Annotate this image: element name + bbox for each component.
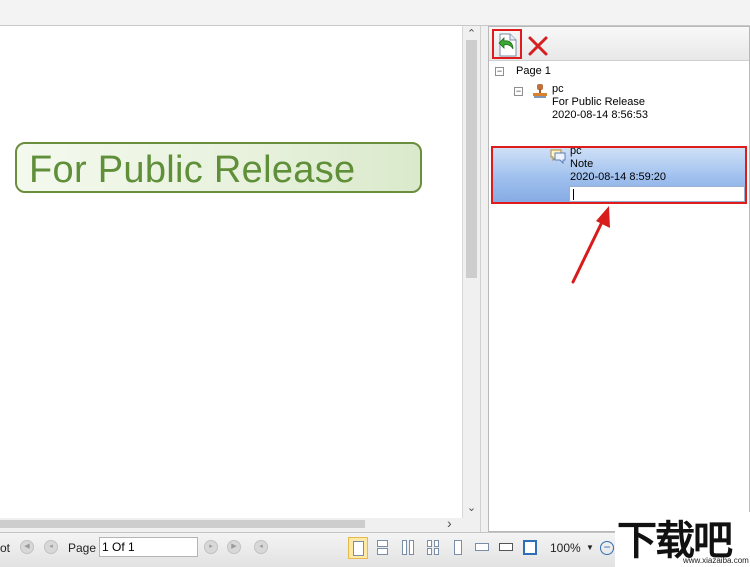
note-item-date: 2020-08-14 8:59:20 bbox=[570, 171, 667, 183]
note-icon bbox=[550, 149, 566, 164]
delete-button[interactable] bbox=[527, 35, 549, 57]
page-number-input[interactable] bbox=[99, 537, 198, 557]
top-toolbar-strip bbox=[0, 0, 750, 26]
zoom-level[interactable]: 100% bbox=[550, 541, 581, 555]
scroll-down-arrow-icon[interactable]: ⌄ bbox=[463, 500, 480, 516]
facing-view-button[interactable] bbox=[398, 537, 418, 559]
note-item-author: pc bbox=[570, 145, 582, 157]
tree-page-label[interactable]: Page 1 bbox=[516, 65, 551, 77]
horizontal-scrollbar[interactable]: › bbox=[0, 515, 463, 531]
single-page-icon bbox=[353, 541, 364, 556]
continuous-page-icon-lower bbox=[377, 548, 388, 555]
fit-height-icon bbox=[454, 540, 462, 555]
watermark-domain-text: www.xiazaiba.com bbox=[683, 556, 749, 565]
reply-button[interactable] bbox=[492, 29, 522, 59]
continuous-page-icon bbox=[377, 540, 388, 547]
facing-continuous-view-button[interactable] bbox=[423, 537, 443, 559]
fit-width-icon bbox=[475, 543, 489, 551]
note-item-subject: Note bbox=[570, 158, 594, 170]
snapshot-label-fragment[interactable]: ot bbox=[0, 541, 10, 555]
delete-x-icon bbox=[528, 36, 548, 56]
single-page-view-button[interactable] bbox=[348, 537, 368, 559]
actual-size-icon bbox=[499, 543, 513, 551]
fit-page-icon bbox=[523, 540, 537, 555]
facing-page-icon-right bbox=[409, 540, 414, 555]
stamp-icon bbox=[533, 84, 547, 98]
horizontal-scroll-thumb[interactable] bbox=[0, 520, 365, 528]
zoom-dropdown-icon[interactable]: ▼ bbox=[586, 543, 594, 552]
fit-page-button[interactable] bbox=[520, 537, 540, 559]
page-collapse-toggle[interactable]: − bbox=[495, 67, 504, 76]
stamp-item-author: pc bbox=[552, 83, 564, 95]
document-viewport[interactable]: For Public Release bbox=[0, 26, 463, 518]
stamp-item-date: 2020-08-14 8:56:53 bbox=[552, 109, 649, 121]
reply-page-icon bbox=[498, 33, 517, 57]
zoom-out-icon[interactable]: − bbox=[600, 541, 614, 555]
red-pointer-arrow-icon bbox=[571, 206, 610, 284]
stamp-text: For Public Release bbox=[29, 149, 356, 191]
stamp-item-collapse-toggle[interactable]: − bbox=[514, 87, 523, 96]
previous-page-icon[interactable]: ◂ bbox=[44, 540, 58, 554]
go-back-icon[interactable]: ◂ bbox=[254, 540, 268, 554]
scroll-right-arrow-icon[interactable]: › bbox=[447, 515, 452, 531]
facing-continuous-icon-bl bbox=[427, 548, 432, 555]
fit-height-button[interactable] bbox=[448, 537, 468, 559]
facing-continuous-icon-br bbox=[434, 548, 439, 555]
page-label: Page bbox=[68, 541, 97, 555]
next-page-icon[interactable]: ▸ bbox=[204, 540, 218, 554]
vertical-scrollbar[interactable]: ⌃ ⌄ bbox=[463, 26, 480, 518]
facing-continuous-icon bbox=[427, 540, 432, 547]
public-release-stamp-annotation[interactable]: For Public Release bbox=[15, 142, 422, 193]
annotations-panel-toolbar bbox=[489, 27, 749, 61]
tree-item-note-selected[interactable]: pc Note 2020-08-14 8:59:20 bbox=[491, 145, 747, 204]
last-page-icon[interactable]: ▶ bbox=[227, 540, 241, 554]
text-caret bbox=[573, 189, 574, 200]
site-watermark-logo: 下载吧 www.xiazaiba.com bbox=[615, 512, 750, 567]
first-page-icon[interactable]: ◀ bbox=[20, 540, 34, 554]
fit-width-button[interactable] bbox=[472, 537, 492, 559]
continuous-view-button[interactable] bbox=[373, 537, 393, 559]
panel-splitter[interactable] bbox=[480, 26, 488, 532]
actual-size-button[interactable] bbox=[496, 537, 516, 559]
vertical-scroll-thumb[interactable] bbox=[466, 40, 477, 278]
facing-page-icon bbox=[402, 540, 407, 555]
stamp-item-subject: For Public Release bbox=[552, 96, 645, 108]
facing-continuous-icon-tr bbox=[434, 540, 439, 547]
